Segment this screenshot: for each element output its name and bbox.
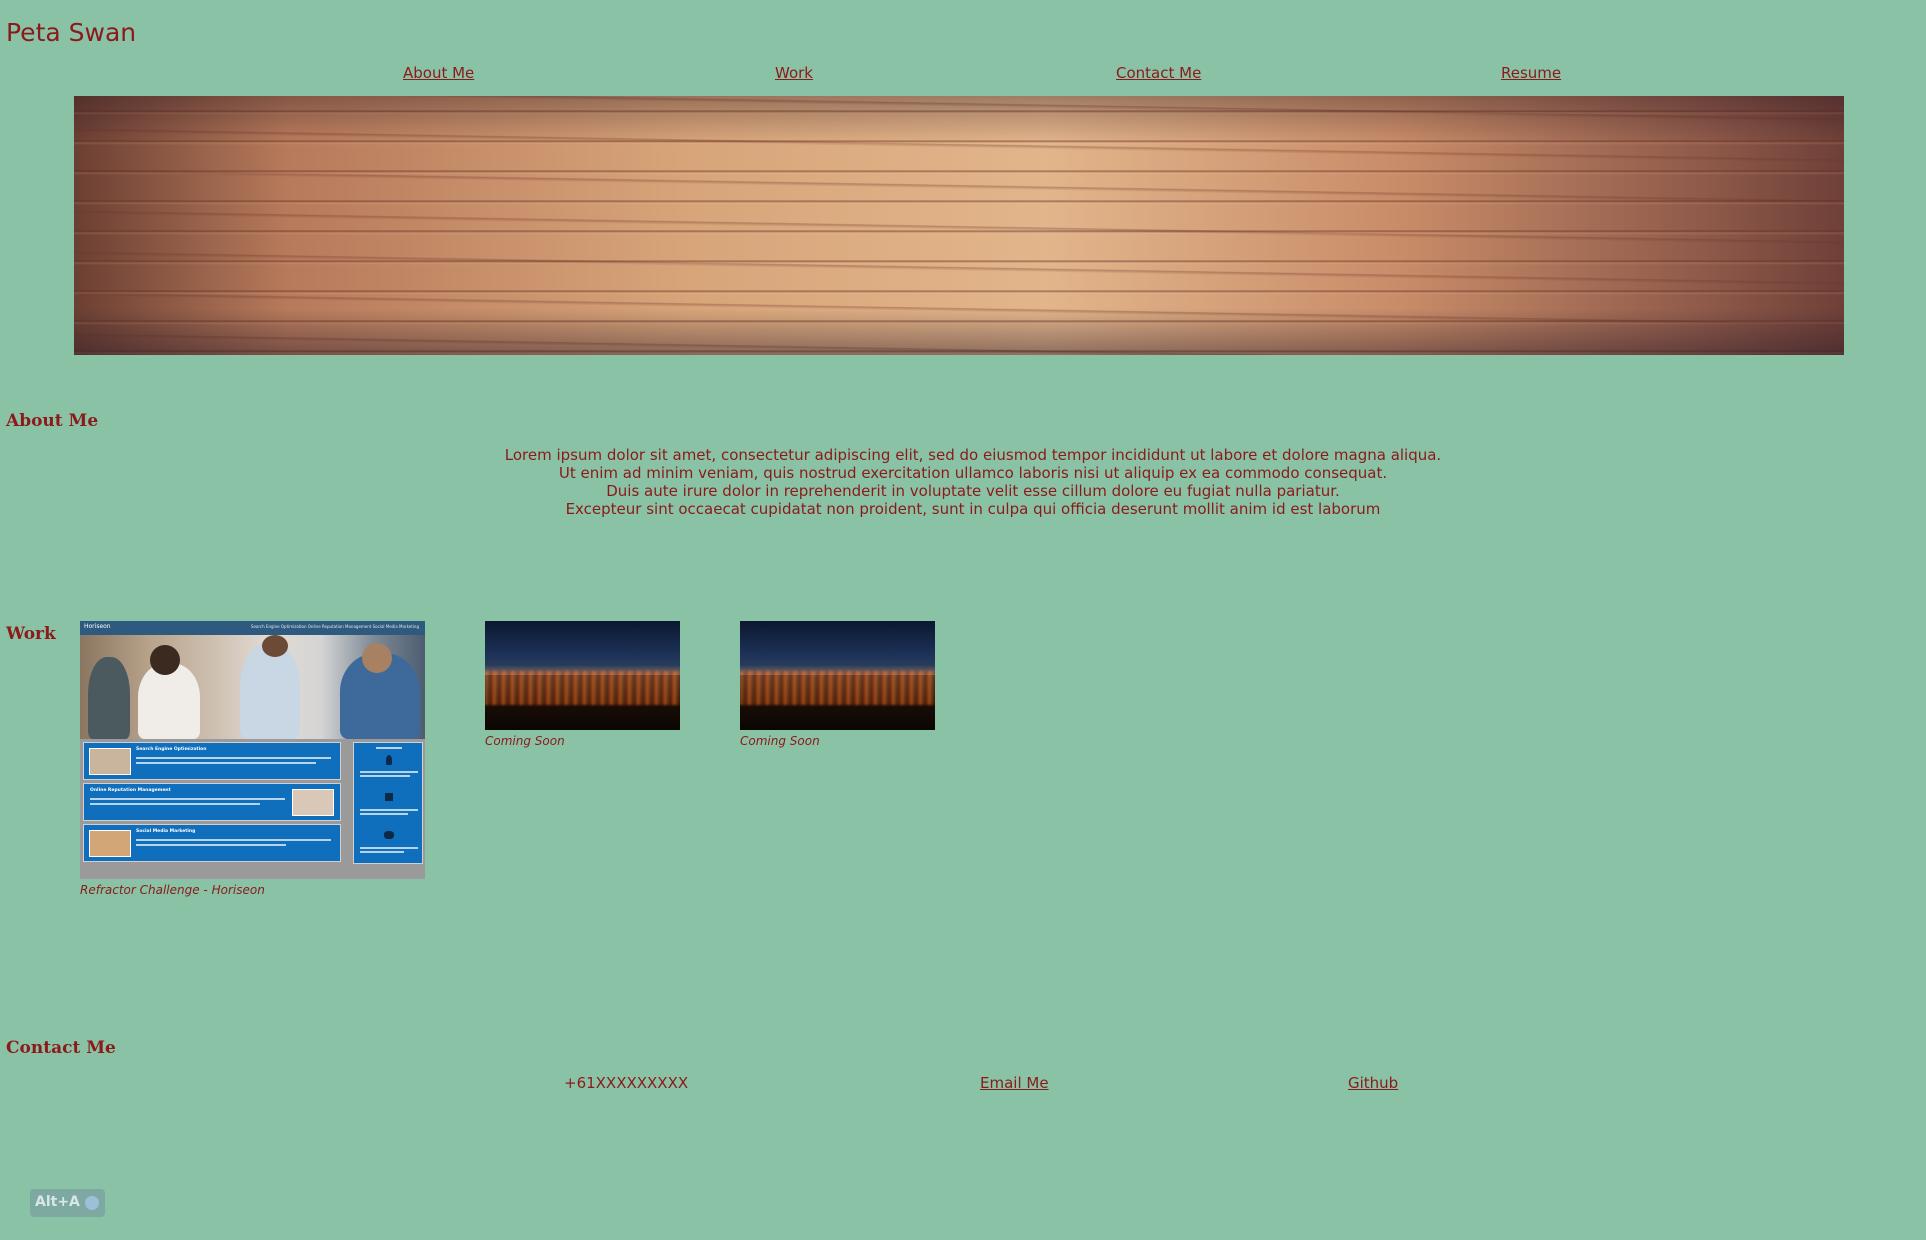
about-heading: About Me: [6, 411, 99, 431]
email-link[interactable]: Email Me: [980, 1074, 1049, 1092]
project-thumbnail[interactable]: [485, 621, 680, 730]
work-heading: Work: [6, 624, 56, 644]
about-paragraph: Lorem ipsum dolor sit amet, consectetur …: [0, 446, 1926, 518]
thumb-aside: [353, 742, 423, 864]
alt-a-widget-button[interactable]: Alt+A: [30, 1189, 105, 1217]
thumb-card-orm: Online Reputation Management: [83, 783, 341, 821]
about-line: Excepteur sint occaecat cupidatat non pr…: [565, 500, 1381, 518]
about-line: Ut enim ad minim veniam, quis nostrud ex…: [558, 464, 1388, 482]
nav-link-contact-me[interactable]: Contact Me: [1116, 64, 1201, 82]
contact-phone: +61XXXXXXXXX: [564, 1074, 689, 1092]
contact-heading: Contact Me: [6, 1038, 116, 1058]
nav-link-about-me[interactable]: About Me: [403, 64, 474, 82]
thumb-card-smm: Social Media Marketing: [83, 824, 341, 862]
project-thumbnail[interactable]: [740, 621, 935, 730]
work-card-coming-soon-2[interactable]: Coming Soon: [740, 621, 935, 748]
github-link[interactable]: Github: [1348, 1074, 1398, 1092]
about-line: Duis aute irure dolor in reprehenderit i…: [606, 482, 1340, 500]
project-caption: Refractor Challenge - Horiseon: [80, 883, 265, 897]
thumb-logo: Horiseon: [84, 623, 111, 630]
thumb-footer: [80, 867, 425, 879]
widget-dot-icon: [85, 1196, 99, 1210]
alt-a-label: Alt+A: [35, 1194, 80, 1210]
nav-link-resume[interactable]: Resume: [1501, 64, 1561, 82]
work-card-horiseon[interactable]: Horiseon Search Engine Optimization Onli…: [80, 621, 425, 897]
project-caption: Coming Soon: [740, 734, 820, 748]
nav-link-work[interactable]: Work: [775, 64, 813, 82]
project-thumbnail[interactable]: Horiseon Search Engine Optimization Onli…: [80, 621, 425, 879]
work-card-coming-soon-1[interactable]: Coming Soon: [485, 621, 680, 748]
site-title: Peta Swan: [6, 18, 137, 47]
thumb-hero-photo: [80, 635, 425, 739]
project-caption: Coming Soon: [485, 734, 565, 748]
thumb-nav: Search Engine Optimization Online Reputa…: [250, 624, 419, 629]
hero-banner-image: [74, 96, 1844, 355]
about-line: Lorem ipsum dolor sit amet, consectetur …: [504, 446, 1442, 464]
thumb-card-seo: Search Engine Optimization: [83, 742, 341, 780]
